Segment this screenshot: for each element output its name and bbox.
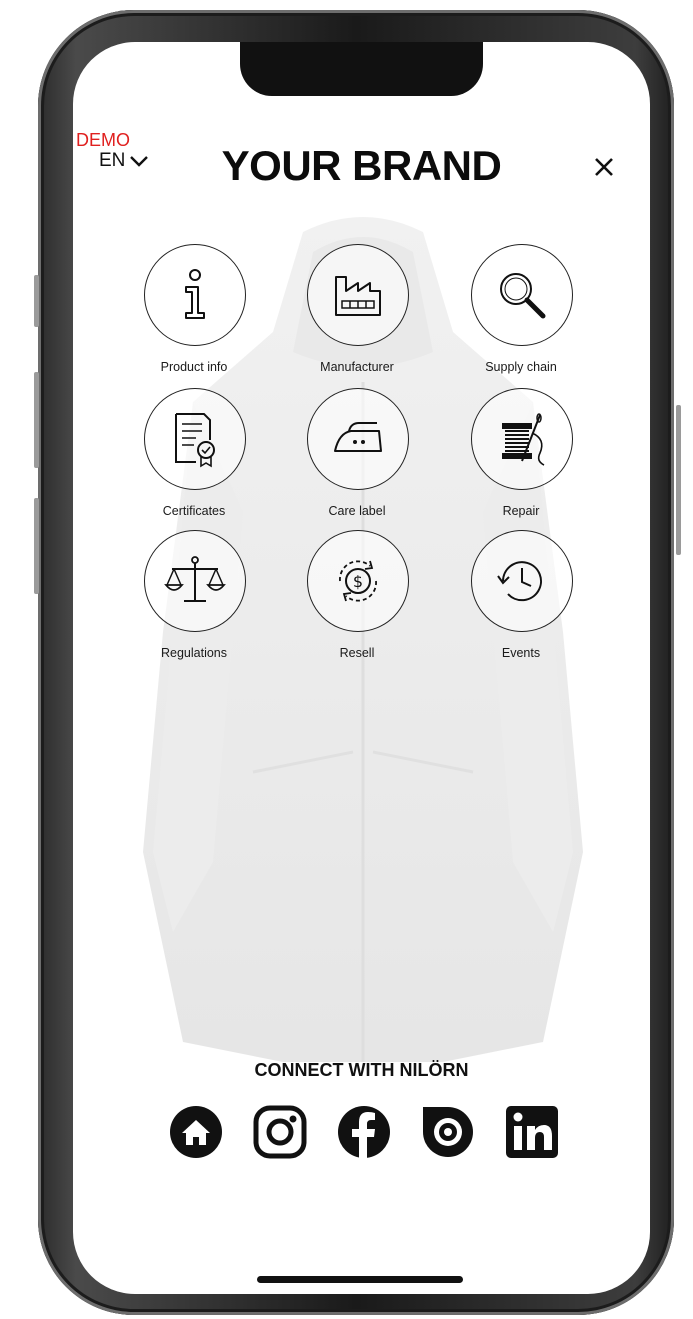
tile-regulations[interactable]: Regulations bbox=[122, 530, 262, 670]
tile-events[interactable]: Events bbox=[449, 530, 589, 670]
certificate-icon bbox=[144, 388, 246, 490]
facebook-icon[interactable] bbox=[337, 1105, 391, 1159]
home-indicator-bar[interactable] bbox=[257, 1276, 463, 1283]
phone-volume-up-button bbox=[34, 372, 39, 468]
linkedin-icon[interactable] bbox=[505, 1105, 559, 1159]
tile-product-info[interactable]: Product info bbox=[122, 244, 262, 384]
tile-label: Events bbox=[501, 646, 541, 660]
history-clock-icon bbox=[471, 530, 573, 632]
home-icon[interactable] bbox=[169, 1105, 223, 1159]
iron-icon bbox=[307, 388, 409, 490]
menu-grid: Product info Manufacturer Supply chain C… bbox=[73, 42, 650, 742]
phone-silent-switch bbox=[34, 275, 39, 327]
tile-label: Manufacturer bbox=[320, 360, 394, 374]
tile-label: Certificates bbox=[162, 504, 226, 518]
tile-certificates[interactable]: Certificates bbox=[122, 388, 262, 528]
tile-label: Regulations bbox=[160, 646, 227, 660]
magnifier-icon bbox=[471, 244, 573, 346]
phone-volume-down-button bbox=[34, 498, 39, 594]
tile-supply-chain[interactable]: Supply chain bbox=[449, 244, 589, 384]
tile-care-label[interactable]: Care label bbox=[285, 388, 425, 528]
scales-icon bbox=[144, 530, 246, 632]
connect-label: CONNECT WITH NILÖRN bbox=[254, 1060, 469, 1080]
sewing-thread-icon bbox=[471, 388, 573, 490]
social-links bbox=[169, 1102, 559, 1162]
factory-icon bbox=[307, 244, 409, 346]
tile-label: Supply chain bbox=[485, 360, 557, 374]
tile-label: Resell bbox=[339, 646, 375, 660]
tile-manufacturer[interactable]: Manufacturer bbox=[285, 244, 425, 384]
issuu-icon[interactable] bbox=[421, 1105, 475, 1159]
phone-power-button bbox=[676, 405, 681, 555]
svg-text:$: $ bbox=[353, 572, 363, 591]
tile-resell[interactable]: $ Resell bbox=[285, 530, 425, 670]
tile-label: Repair bbox=[502, 504, 540, 518]
instagram-icon[interactable] bbox=[253, 1105, 307, 1159]
phone-screen: DEMO EN YOUR BRAND Product info Manufact… bbox=[73, 42, 650, 1294]
info-icon bbox=[144, 244, 246, 346]
tile-label: Care label bbox=[328, 504, 386, 518]
tile-repair[interactable]: Repair bbox=[449, 388, 589, 528]
tile-label: Product info bbox=[160, 360, 228, 374]
resell-dollar-icon: $ bbox=[307, 530, 409, 632]
